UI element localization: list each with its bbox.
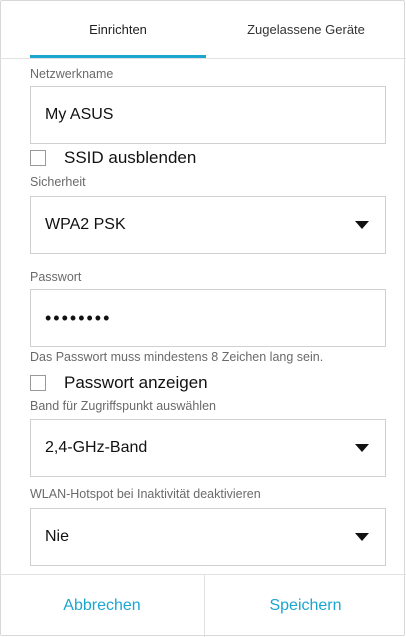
password-value: •••••••• — [45, 307, 112, 328]
security-value: WPA2 PSK — [45, 216, 126, 233]
tab-allowed-devices[interactable]: Zugelassene Geräte — [206, 0, 406, 58]
show-password-row[interactable]: Passwort anzeigen — [30, 373, 208, 393]
security-select[interactable]: WPA2 PSK — [30, 196, 386, 254]
inactivity-select[interactable]: Nie — [30, 508, 386, 566]
tab-setup[interactable]: Einrichten — [30, 0, 206, 58]
tab-bar: Einrichten Zugelassene Geräte — [0, 0, 406, 59]
cancel-button[interactable]: Abbrechen — [0, 575, 204, 637]
password-hint: Das Passwort muss mindestens 8 Zeichen l… — [30, 350, 324, 364]
band-value: 2,4-GHz-Band — [45, 439, 148, 456]
dropdown-caret-icon — [355, 444, 369, 452]
inactivity-label: WLAN-Hotspot bei Inaktivität deaktiviere… — [30, 487, 261, 501]
password-input[interactable]: •••••••• — [30, 289, 386, 347]
network-name-label: Netzwerkname — [30, 67, 114, 81]
network-name-value: My ASUS — [45, 106, 114, 123]
hide-ssid-row[interactable]: SSID ausblenden — [30, 148, 196, 168]
network-name-input[interactable]: My ASUS — [30, 86, 386, 144]
dialog-footer: Abbrechen Speichern — [0, 574, 406, 637]
show-password-label: Passwort anzeigen — [64, 373, 208, 392]
band-select[interactable]: 2,4-GHz-Band — [30, 419, 386, 477]
dropdown-caret-icon — [355, 533, 369, 541]
save-button[interactable]: Speichern — [205, 575, 406, 637]
band-label: Band für Zugriffspunkt auswählen — [30, 399, 216, 413]
show-password-checkbox[interactable] — [30, 375, 46, 391]
active-tab-indicator — [30, 55, 206, 58]
password-label: Passwort — [30, 270, 82, 284]
hide-ssid-label: SSID ausblenden — [64, 148, 197, 167]
security-label: Sicherheit — [30, 175, 86, 189]
inactivity-value: Nie — [45, 528, 70, 545]
hide-ssid-checkbox[interactable] — [30, 150, 46, 166]
dropdown-caret-icon — [355, 221, 369, 229]
